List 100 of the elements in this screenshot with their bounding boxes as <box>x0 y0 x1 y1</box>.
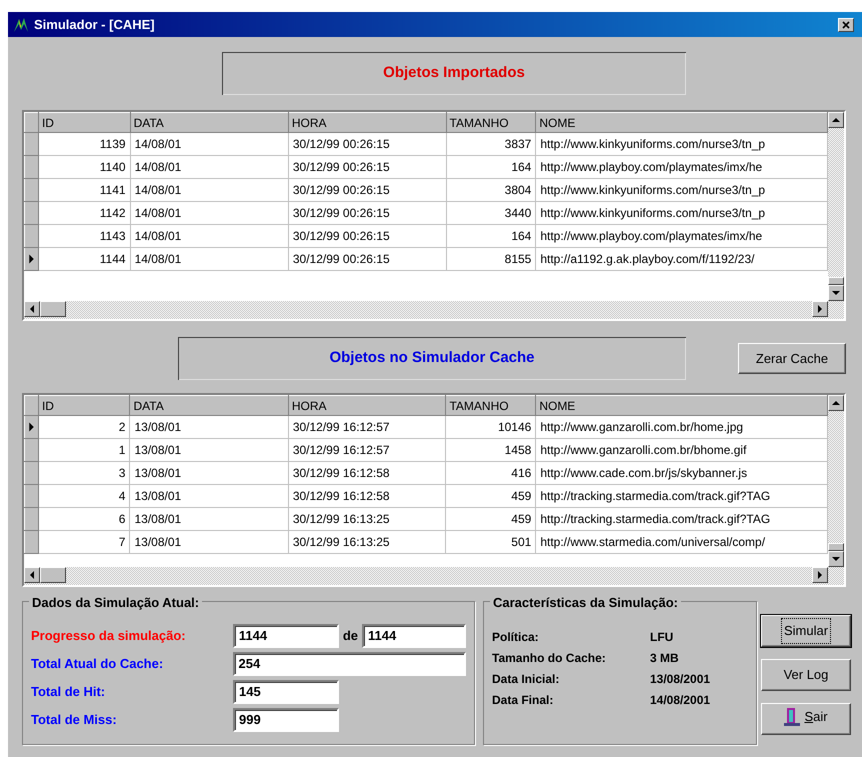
table-cell: 13/08/01 <box>130 530 288 554</box>
scroll-left-icon <box>28 305 36 313</box>
table-cell: 1139 <box>38 132 130 156</box>
column-header[interactable]: NOME <box>536 396 828 416</box>
close-button[interactable] <box>838 18 854 32</box>
panel-title: Objetos Importados <box>222 52 686 95</box>
table-cell: 14/08/01 <box>130 156 288 178</box>
column-header[interactable]: TAMANHO <box>446 396 536 416</box>
table-cell: 1 <box>38 438 130 462</box>
action-button[interactable]: Simular <box>761 615 851 647</box>
table-cell: http://tracking.starmedia.com/track.gif?TAG <box>536 484 828 508</box>
table-cell: http://www.kinkyuniforms.com/nurse3/tn_p <box>536 132 828 156</box>
column-header <box>24 112 38 132</box>
info-label: Data Final: <box>492 692 554 709</box>
info-value: 3 MB <box>650 650 679 667</box>
table-cell: 14/08/01 <box>130 132 288 156</box>
table-cell: 10146 <box>446 416 536 438</box>
scroll-thumb[interactable] <box>40 567 66 583</box>
table-cell: 4 <box>38 484 130 508</box>
table-cell: 3440 <box>446 202 536 224</box>
field-label: Total de Miss: <box>31 711 118 730</box>
table-cell: 1140 <box>38 156 130 178</box>
text-field[interactable]: 254 <box>232 652 466 676</box>
scroll-down-icon <box>832 289 840 297</box>
table-cell: 416 <box>446 462 536 484</box>
table-cell: 30/12/99 00:26:15 <box>288 156 446 178</box>
table-cell: 1141 <box>38 178 130 202</box>
scroll-thumb[interactable] <box>40 301 66 317</box>
table-cell: 8155 <box>446 248 536 270</box>
row-indicator[interactable] <box>24 416 38 438</box>
column-header[interactable]: ID <box>38 396 130 416</box>
column-header[interactable]: DATA <box>130 396 288 416</box>
table-cell: http://www.ganzarolli.com.br/home.jpg <box>536 416 828 438</box>
table-cell: 30/12/99 16:13:25 <box>288 508 446 530</box>
table-cell: 13/08/01 <box>130 462 288 484</box>
text-field[interactable]: 1144 <box>232 624 339 648</box>
scroll-thumb[interactable] <box>828 543 844 551</box>
table-cell: 30/12/99 00:26:15 <box>288 202 446 224</box>
table-cell: 13/08/01 <box>130 438 288 462</box>
info-label: Tamanho do Cache: <box>492 650 607 667</box>
info-label: Política: <box>492 629 540 646</box>
table-cell: http://www.cade.com.br/js/skybanner.js <box>536 462 828 484</box>
scroll-down-icon <box>832 555 840 563</box>
action-button[interactable]: Sair <box>761 703 851 735</box>
table-cell: 6 <box>38 508 130 530</box>
table-cell: 13/08/01 <box>130 416 288 438</box>
column-header[interactable]: ID <box>38 112 130 132</box>
info-value: LFU <box>650 629 674 646</box>
table-cell: 30/12/99 16:12:58 <box>288 462 446 484</box>
table-cell: 30/12/99 00:26:15 <box>288 248 446 270</box>
row-indicator[interactable] <box>24 248 38 270</box>
panel-title: Objetos no Simulador Cache <box>178 337 686 380</box>
close-icon <box>842 20 850 29</box>
row-pointer-icon <box>26 253 36 265</box>
field-label: Total de Hit: <box>31 683 106 702</box>
horizontal-scrollbar[interactable] <box>24 567 844 585</box>
table-cell: 3837 <box>446 132 536 156</box>
table-cell: 459 <box>446 484 536 508</box>
text-field[interactable]: 1144 <box>362 624 466 648</box>
column-header[interactable]: HORA <box>288 396 446 416</box>
info-value: 13/08/2001 <box>650 671 710 688</box>
table-cell: 3804 <box>446 178 536 202</box>
text-field[interactable]: 145 <box>233 680 339 704</box>
column-header <box>24 396 38 416</box>
table-cell: 14/08/01 <box>130 202 288 224</box>
scroll-right-icon <box>816 305 824 313</box>
table-cell: 1458 <box>446 438 536 462</box>
scroll-up-icon <box>832 399 840 407</box>
scroll-up-icon <box>832 116 840 124</box>
info-label: Data Inicial: <box>492 671 560 688</box>
table-cell: 2 <box>38 416 130 438</box>
column-header[interactable]: TAMANHO <box>446 112 536 132</box>
text-field[interactable]: 999 <box>233 708 339 732</box>
table-cell: http://tracking.starmedia.com/track.gif?TAG <box>536 508 828 530</box>
table-cell: 14/08/01 <box>130 248 288 270</box>
horizontal-scrollbar[interactable] <box>24 301 844 319</box>
table-cell: 1143 <box>38 224 130 248</box>
field-label: Total Atual do Cache: <box>31 655 164 674</box>
action-button[interactable]: Ver Log <box>761 659 851 691</box>
column-header[interactable]: NOME <box>536 112 828 132</box>
table-cell: 30/12/99 00:26:15 <box>288 224 446 248</box>
table-cell: 30/12/99 00:26:15 <box>288 178 446 202</box>
scroll-thumb[interactable] <box>828 277 844 285</box>
column-header[interactable]: HORA <box>288 112 446 132</box>
table-cell: 13/08/01 <box>130 508 288 530</box>
window-title: Simulador - [CAHE] <box>34 16 156 34</box>
vertical-scrollbar[interactable] <box>828 112 844 301</box>
table-cell: 3 <box>38 462 130 484</box>
table-cell: 1144 <box>38 248 130 270</box>
app-icon <box>12 16 30 34</box>
table-cell: 7 <box>38 530 130 554</box>
table-cell: 30/12/99 16:12:57 <box>288 438 446 462</box>
table-cell: 13/08/01 <box>130 484 288 508</box>
table-cell: 30/12/99 16:13:25 <box>288 530 446 554</box>
table-cell: 501 <box>446 530 536 554</box>
vertical-scrollbar[interactable] <box>828 395 844 567</box>
scroll-left-icon <box>28 571 36 579</box>
clear-cache-button[interactable]: Zerar Cache <box>738 343 846 374</box>
column-header[interactable]: DATA <box>130 112 288 132</box>
row-pointer-icon <box>26 421 36 433</box>
